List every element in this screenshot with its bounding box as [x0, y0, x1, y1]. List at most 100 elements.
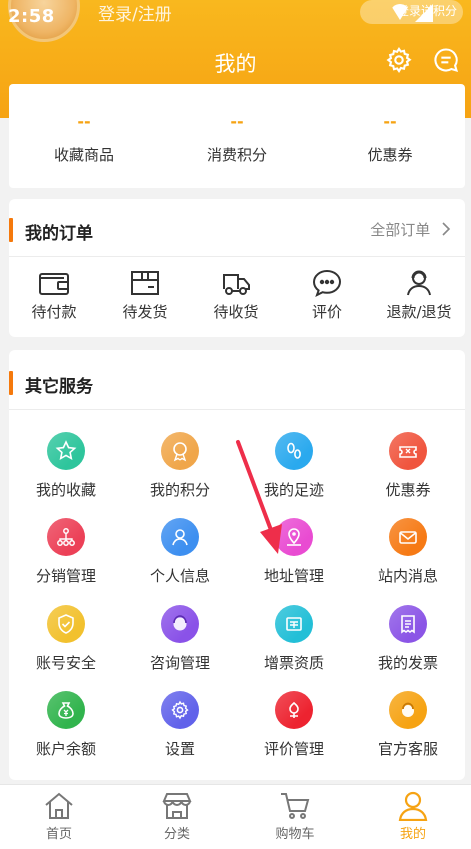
service-label: 地址管理: [263, 567, 324, 585]
service-label: 账户余额: [35, 740, 96, 758]
star-icon: [47, 432, 85, 470]
service-label: 增票资质: [263, 654, 324, 672]
gear-icon: [386, 47, 412, 74]
nav-home[interactable]: 首页: [0, 791, 118, 842]
medal-icon: [161, 432, 199, 470]
user-icon: [161, 518, 199, 556]
package-icon: [131, 271, 159, 295]
section-accent-bar: [9, 218, 13, 242]
divider: [9, 409, 465, 410]
orders-title: 我的订单: [25, 224, 93, 244]
section-accent-bar: [9, 371, 13, 395]
all-orders-label: 全部订单: [370, 221, 431, 239]
service-item[interactable]: 账号安全: [9, 605, 123, 673]
service-icon: [389, 691, 427, 729]
service-item[interactable]: 设置: [123, 691, 237, 759]
network-icon: [47, 518, 85, 556]
order-label: 退款/退货: [386, 303, 452, 321]
mail-icon: [389, 518, 427, 556]
service-item[interactable]: 站内消息: [351, 518, 465, 586]
order-pending-payment[interactable]: 待付款: [9, 269, 99, 322]
service-label: 官方客服: [377, 740, 438, 758]
service-item[interactable]: 评价管理: [237, 691, 351, 759]
settings-button[interactable]: [385, 46, 413, 74]
nav-label: 首页: [45, 827, 72, 842]
service-item[interactable]: 我的足迹: [237, 432, 351, 500]
nav-label: 购物车: [275, 827, 315, 842]
order-pending-receipt[interactable]: 待收货: [191, 269, 281, 322]
nav-label: 我的: [399, 827, 426, 842]
shield-icon: [47, 605, 85, 643]
service-label: 我的足迹: [263, 481, 324, 499]
service-label: 账号安全: [35, 654, 96, 672]
chevron-right-icon: [442, 222, 451, 236]
stats-card: -- 收藏商品 -- 消费积分 -- 优惠券: [9, 84, 465, 188]
service-item[interactable]: 我的发票: [351, 605, 465, 673]
stat-value: --: [230, 112, 244, 131]
order-label: 待付款: [31, 303, 77, 321]
service-item[interactable]: 分销管理: [9, 518, 123, 586]
order-refund[interactable]: 退款/退货: [373, 269, 465, 322]
service-label: 个人信息: [149, 567, 210, 585]
comment-icon: [312, 269, 342, 297]
stat-coupons[interactable]: -- 优惠券: [315, 84, 465, 165]
service-label: 评价管理: [263, 740, 324, 758]
service-item[interactable]: 账户余额: [9, 691, 123, 759]
store-icon: [162, 793, 192, 819]
location-icon: [275, 518, 313, 556]
order-label: 待发货: [122, 303, 168, 321]
coupon-icon: [389, 432, 427, 470]
stat-value: --: [77, 112, 91, 131]
order-label: 待收货: [213, 303, 259, 321]
order-review[interactable]: 评价: [282, 269, 372, 322]
gear-icon: [161, 691, 199, 729]
nav-category[interactable]: 分类: [118, 791, 236, 842]
services-title: 其它服务: [25, 377, 93, 397]
wifi-icon: [390, 4, 410, 20]
service-label: 设置: [164, 740, 195, 758]
stat-favorites[interactable]: -- 收藏商品: [9, 84, 159, 165]
message-icon: [434, 48, 459, 73]
nav-mine[interactable]: 我的: [354, 791, 471, 842]
service-label: 我的积分: [149, 481, 210, 499]
order-pending-shipment[interactable]: 待发货: [100, 269, 190, 322]
service-item[interactable]: 官方客服: [351, 691, 465, 759]
service-item[interactable]: 咨询管理: [123, 605, 237, 673]
truck-icon: [223, 274, 250, 295]
footprint-icon: [275, 432, 313, 470]
order-label: 评价: [311, 303, 342, 321]
divider: [9, 256, 465, 257]
login-register-link[interactable]: 登录/注册: [98, 0, 172, 25]
stat-label: 消费积分: [206, 146, 267, 164]
service-item[interactable]: 地址管理: [237, 518, 351, 586]
service-label: 站内消息: [377, 567, 438, 585]
profile-icon: [398, 791, 428, 821]
flower-icon: [275, 691, 313, 729]
stat-label: 收藏商品: [53, 146, 114, 164]
money-bag-icon: [47, 691, 85, 729]
service-item[interactable]: 个人信息: [123, 518, 237, 586]
service-label: 分销管理: [35, 567, 96, 585]
service-item[interactable]: 优惠券: [351, 432, 465, 500]
status-icons: [390, 4, 433, 22]
nav-label: 分类: [163, 827, 190, 842]
status-time: 2:58: [8, 6, 55, 27]
message-button[interactable]: [432, 46, 460, 74]
signal-icon: [415, 4, 433, 22]
nav-cart[interactable]: 购物车: [236, 791, 354, 842]
service-label: 优惠券: [385, 481, 431, 499]
stat-points[interactable]: -- 消费积分: [162, 84, 312, 165]
stat-value: --: [383, 112, 397, 131]
service-item[interactable]: 我的收藏: [9, 432, 123, 500]
service-item[interactable]: 增票资质: [237, 605, 351, 673]
stat-label: 优惠券: [367, 146, 413, 164]
invoice-icon: [275, 605, 313, 643]
all-orders-link[interactable]: 全部订单: [370, 219, 451, 240]
refund-icon: [407, 270, 431, 296]
service-item[interactable]: 我的积分: [123, 432, 237, 500]
service-label: 咨询管理: [149, 654, 210, 672]
wallet-icon: [39, 273, 69, 295]
home-icon: [45, 792, 73, 819]
service-label: 我的发票: [377, 654, 438, 672]
bottom-nav: 首页 分类 购物车 我的: [0, 784, 471, 849]
